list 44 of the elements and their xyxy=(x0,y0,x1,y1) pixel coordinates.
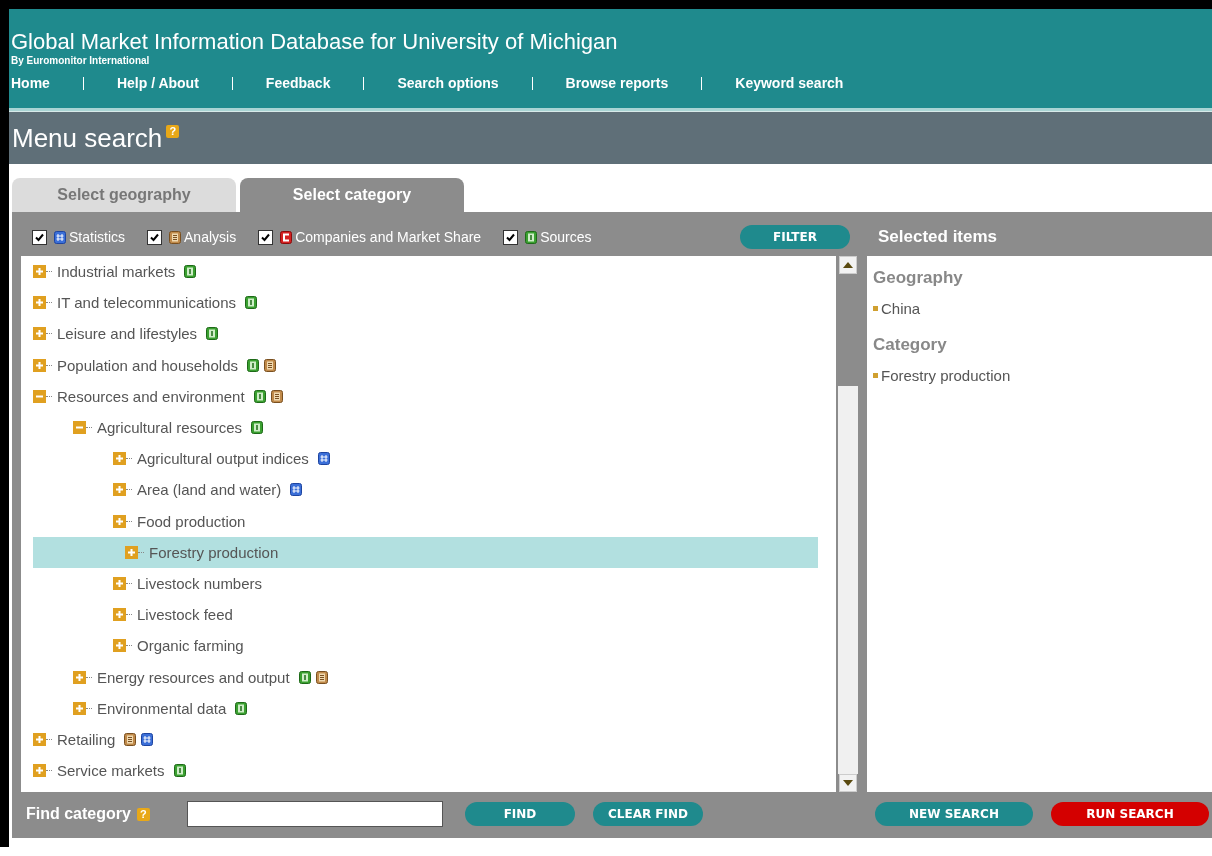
filter-label: Statistics xyxy=(69,229,125,245)
tree-item-label[interactable]: Agricultural output indices xyxy=(137,450,309,468)
tree-item-label[interactable]: Organic farming xyxy=(137,637,244,655)
button[interactable]: RUN SEARCH xyxy=(1051,802,1209,826)
find-label: Find category xyxy=(26,805,131,823)
button[interactable]: FILTER xyxy=(740,225,850,249)
tree-item-label[interactable]: IT and telecommunications xyxy=(57,294,236,312)
site-title: Global Market Information Database for University of Michigan xyxy=(11,29,619,55)
tree-item-label[interactable]: Service markets xyxy=(57,762,165,780)
site-subtitle: By Euromonitor International xyxy=(11,55,151,67)
tree-item-label[interactable]: Livestock feed xyxy=(137,606,233,624)
tree-item-label[interactable]: Agricultural resources xyxy=(97,419,243,437)
nav-link[interactable]: Browse reports xyxy=(565,73,669,93)
button[interactable]: FIND xyxy=(465,802,575,826)
selected-item: China xyxy=(881,300,921,317)
selected-item: Forestry production xyxy=(881,367,1011,384)
nav-link[interactable]: Feedback xyxy=(265,73,331,93)
filter-label: Companies and Market Share xyxy=(295,229,482,245)
tab[interactable]: Select geography xyxy=(12,178,236,212)
selected-row[interactable]: Forestry production xyxy=(33,536,818,568)
tree-item-label[interactable]: Area (land and water) xyxy=(137,481,282,499)
tree-item-label[interactable]: Population and households xyxy=(57,356,238,374)
button[interactable]: NEW SEARCH xyxy=(875,802,1033,826)
button[interactable]: CLEAR FIND xyxy=(593,802,703,826)
tree-item-label[interactable]: Energy resources and output xyxy=(97,668,290,686)
filter-label: Sources xyxy=(540,229,592,245)
tree-item-label[interactable]: Forestry production xyxy=(149,543,279,561)
panel-heading: Selected items xyxy=(877,227,998,247)
tree-item-label[interactable]: Retailing xyxy=(57,730,116,748)
nav-link[interactable]: Home xyxy=(11,73,50,93)
nav-link[interactable]: Keyword search xyxy=(735,73,844,93)
page-title: Menu search xyxy=(12,122,163,154)
filter-label: Analysis xyxy=(184,229,237,245)
section-heading: Geography xyxy=(873,268,964,288)
tree-item-label[interactable]: Leisure and lifestyles xyxy=(57,325,198,343)
tree-item-label[interactable]: Food production xyxy=(137,512,246,530)
tree-item-label[interactable]: Industrial markets xyxy=(57,263,176,281)
nav-link[interactable]: Help / About xyxy=(116,73,199,93)
nav-link[interactable]: Search options xyxy=(397,73,499,93)
tree-item-label[interactable]: Livestock numbers xyxy=(137,574,263,592)
tab[interactable]: Select category xyxy=(240,178,464,212)
tree-item-label[interactable]: Environmental data xyxy=(97,699,227,717)
tree-item-label[interactable]: Resources and environment xyxy=(57,387,245,405)
section-heading: Category xyxy=(873,335,948,355)
